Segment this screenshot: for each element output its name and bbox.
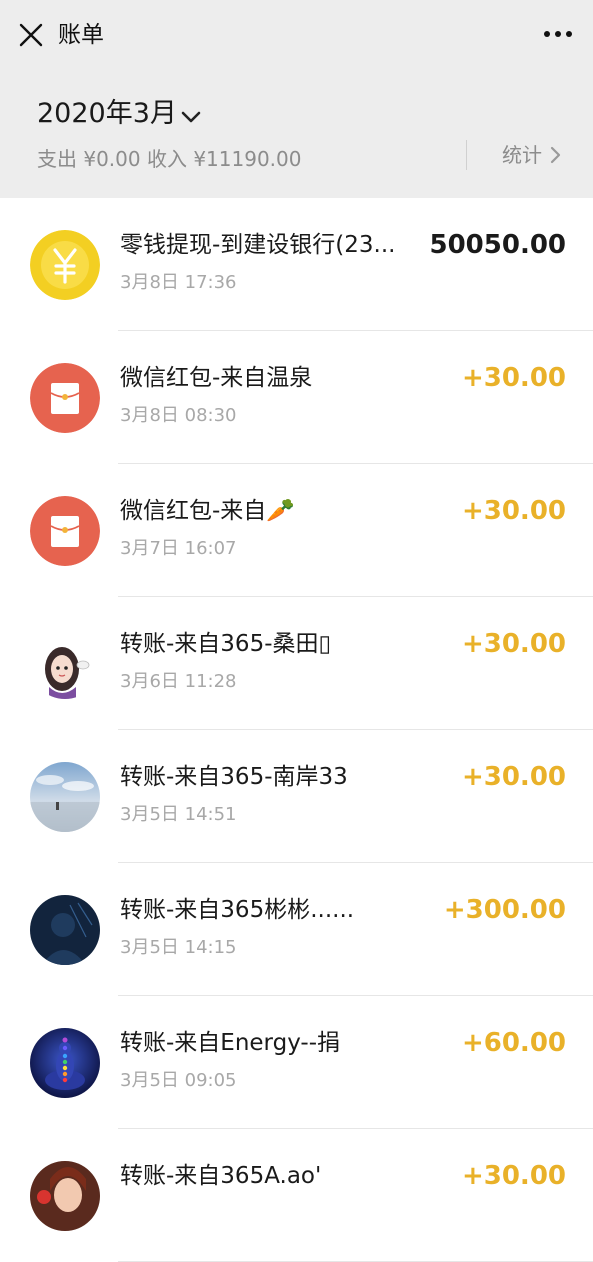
transaction-title: 转账-来自365彬彬...... bbox=[120, 897, 355, 923]
more-icon[interactable] bbox=[543, 30, 573, 38]
dark-blue-avatar bbox=[30, 895, 100, 965]
transaction-amount: +30.00 bbox=[461, 496, 566, 526]
page-title: 账单 bbox=[58, 22, 104, 48]
transaction-time: 3月6日 11:28 bbox=[120, 671, 237, 692]
transaction-time: 3月5日 14:15 bbox=[120, 937, 237, 958]
transaction-title: 转账-来自365-桑田▯ bbox=[120, 631, 332, 657]
transaction-row[interactable]: 转账-来自365-桑田▯ 3月6日 11:28 +30.00 bbox=[0, 597, 593, 730]
chakra-meditation-avatar bbox=[30, 1028, 100, 1098]
stats-label: 统计 bbox=[502, 143, 542, 167]
transaction-amount: +300.00 bbox=[443, 895, 566, 925]
transaction-title: 微信红包-来自🥕 bbox=[120, 498, 295, 524]
cartoon-girl-avatar bbox=[30, 629, 100, 699]
transaction-amount: 50050.00 bbox=[429, 230, 566, 260]
transaction-amount: +30.00 bbox=[461, 629, 566, 659]
transaction-list: 零钱提现-到建设银行(23... 3月8日 17:36 50050.00 微信红… bbox=[0, 198, 593, 1262]
transaction-row[interactable]: 转账-来自365-南岸33 3月5日 14:51 +30.00 bbox=[0, 730, 593, 863]
transaction-time: 3月5日 09:05 bbox=[120, 1070, 237, 1091]
red-packet-icon bbox=[30, 363, 100, 433]
transaction-time: 3月5日 14:51 bbox=[120, 804, 237, 825]
transaction-title: 微信红包-来自温泉 bbox=[120, 365, 313, 391]
transaction-title: 零钱提现-到建设银行(23... bbox=[120, 232, 396, 258]
transaction-time: 3月7日 16:07 bbox=[120, 538, 237, 559]
transaction-time: 3月8日 08:30 bbox=[120, 405, 237, 426]
vertical-divider bbox=[466, 140, 467, 170]
month-summary-text: 支出 ¥0.00 收入 ¥11190.00 bbox=[37, 147, 302, 171]
portrait-avatar bbox=[30, 1161, 100, 1231]
transaction-title: 转账-来自365-南岸33 bbox=[120, 764, 348, 790]
transaction-row[interactable]: 转账-来自365彬彬...... 3月5日 14:15 +300.00 bbox=[0, 863, 593, 996]
transaction-time: 3月8日 17:36 bbox=[120, 272, 237, 293]
yuan-coin-icon bbox=[30, 230, 100, 300]
month-selector[interactable]: 2020年3月 bbox=[37, 96, 177, 132]
transaction-row[interactable]: 微信红包-来自🥕 3月7日 16:07 +30.00 bbox=[0, 464, 593, 597]
transaction-row[interactable]: 转账-来自Energy--捐 3月5日 09:05 +60.00 bbox=[0, 996, 593, 1129]
transaction-amount: +60.00 bbox=[461, 1028, 566, 1058]
red-packet-icon bbox=[30, 496, 100, 566]
transaction-amount: +30.00 bbox=[461, 1161, 566, 1191]
month-summary-section: 2020年3月 支出 ¥0.00 收入 ¥11190.00 统计 bbox=[0, 70, 593, 198]
transaction-row[interactable]: 转账-来自365A.ao' +30.00 bbox=[0, 1129, 593, 1262]
transaction-row[interactable]: 零钱提现-到建设银行(23... 3月8日 17:36 50050.00 bbox=[0, 198, 593, 331]
chevron-right-icon bbox=[550, 146, 561, 164]
transaction-title: 转账-来自365A.ao' bbox=[120, 1163, 322, 1189]
chevron-down-icon[interactable] bbox=[180, 110, 202, 124]
beach-photo-avatar bbox=[30, 762, 100, 832]
transaction-row[interactable]: 微信红包-来自温泉 3月8日 08:30 +30.00 bbox=[0, 331, 593, 464]
transaction-amount: +30.00 bbox=[461, 762, 566, 792]
stats-button[interactable]: 统计 bbox=[502, 140, 562, 170]
transaction-title: 转账-来自Energy--捐 bbox=[120, 1030, 341, 1056]
transaction-amount: +30.00 bbox=[461, 363, 566, 393]
top-bar: 账单 bbox=[0, 0, 593, 70]
close-icon[interactable] bbox=[18, 22, 44, 48]
